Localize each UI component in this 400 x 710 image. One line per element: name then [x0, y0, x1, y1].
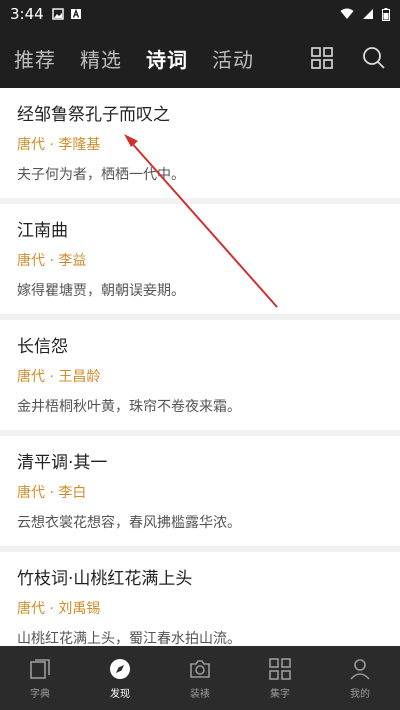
grid-icon[interactable] — [310, 46, 334, 70]
status-time: 3:44 — [10, 5, 44, 23]
poem-card[interactable]: 经邹鲁祭孔子而叹之 唐代 · 李隆基 夫子何为者，栖栖一代中。 — [0, 88, 400, 198]
poem-card[interactable]: 长信怨 唐代 · 王昌龄 金井梧桐秋叶黄，珠帘不卷夜来霜。 — [0, 320, 400, 430]
bottom-tab-label: 字典 — [30, 688, 50, 700]
poem-excerpt: 云想衣裳花想容，春风拂槛露华浓。 — [17, 515, 241, 531]
poem-card[interactable]: 清平调·其一 唐代 · 李白 云想衣裳花想容，春风拂槛露华浓。 — [0, 436, 400, 546]
poem-author[interactable]: 唐代 · 刘禹锡 — [17, 600, 400, 618]
poem-card[interactable]: 江南曲 唐代 · 李益 嫁得瞿塘贾，朝朝误妾期。 — [0, 204, 400, 314]
status-left-icons — [51, 8, 82, 20]
compass-icon — [110, 658, 130, 679]
poem-list[interactable]: 经邹鲁祭孔子而叹之 唐代 · 李隆基 夫子何为者，栖栖一代中。 江南曲 唐代 ·… — [0, 88, 400, 646]
poem-excerpt: 金井梧桐秋叶黄，珠帘不卷夜来霜。 — [17, 399, 241, 415]
bottom-tab-label: 我的 — [350, 688, 370, 700]
bottom-tab-discover[interactable]: 发现 — [80, 646, 160, 710]
signal-icon — [363, 9, 373, 19]
poem-title: 经邹鲁祭孔子而叹之 — [17, 105, 170, 125]
person-icon — [350, 658, 370, 680]
poem-excerpt: 山桃红花满上头，蜀江春水拍山流。 — [17, 631, 241, 646]
poem-author[interactable]: 唐代 · 李益 — [17, 252, 400, 270]
bottom-tab-label: 集字 — [270, 688, 290, 700]
tab-poetry[interactable]: 诗词 — [146, 44, 188, 73]
poem-author[interactable]: 唐代 · 李白 — [17, 484, 400, 502]
top-nav: 推荐 精选 诗词 活动 — [0, 28, 400, 88]
status-right-icons — [340, 7, 390, 21]
poem-author[interactable]: 唐代 · 李隆基 — [17, 136, 400, 154]
tab-activity[interactable]: 活动 — [212, 44, 254, 73]
bottom-nav: 字典 发现 装裱 集字 我的 — [0, 646, 400, 710]
status-bar: 3:44 — [0, 0, 400, 28]
bottom-tab-label: 发现 — [110, 688, 130, 700]
poem-excerpt: 夫子何为者，栖栖一代中。 — [17, 167, 185, 183]
poem-title: 长信怨 — [17, 337, 68, 357]
image-icon — [51, 8, 64, 20]
bottom-tab-collect-chars[interactable]: 集字 — [240, 646, 320, 710]
bottom-tab-mine[interactable]: 我的 — [320, 646, 400, 710]
font-a-icon — [70, 8, 81, 19]
poem-title: 江南曲 — [17, 221, 68, 241]
nav-right-actions — [310, 46, 386, 70]
book-icon — [30, 658, 50, 679]
wifi-icon — [340, 8, 354, 19]
poem-title: 清平调·其一 — [17, 453, 108, 473]
camera-icon — [190, 659, 210, 678]
bottom-tab-mounting[interactable]: 装裱 — [160, 646, 240, 710]
tab-featured[interactable]: 精选 — [80, 44, 122, 73]
poem-title: 竹枝词·山桃红花满上头 — [17, 569, 193, 589]
battery-icon — [382, 7, 390, 21]
tab-recommend[interactable]: 推荐 — [14, 44, 56, 73]
bottom-tab-dictionary[interactable]: 字典 — [0, 646, 80, 710]
poem-card[interactable]: 竹枝词·山桃红花满上头 唐代 · 刘禹锡 山桃红花满上头，蜀江春水拍山流。 — [0, 552, 400, 646]
poem-author[interactable]: 唐代 · 王昌龄 — [17, 368, 400, 386]
bottom-tab-label: 装裱 — [190, 688, 210, 700]
poem-excerpt: 嫁得瞿塘贾，朝朝误妾期。 — [17, 283, 185, 299]
grid-icon — [269, 657, 291, 680]
search-icon[interactable] — [362, 46, 386, 70]
